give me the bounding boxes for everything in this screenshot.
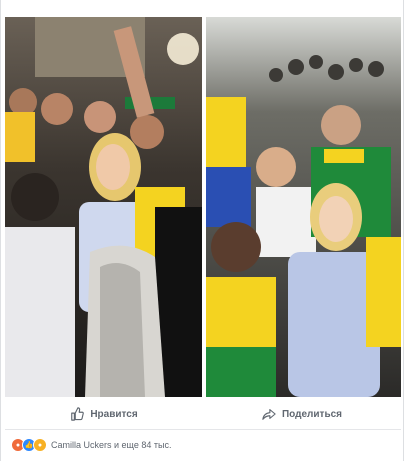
reaction-count-text: Camilla Uckers и еще 84 тыс. <box>51 440 172 450</box>
crowd-scene-right <box>206 17 401 397</box>
reaction-icons: ● 👍 ● <box>11 438 47 452</box>
reactions-summary[interactable]: ● 👍 ● Camilla Uckers и еще 84 тыс. <box>11 437 171 453</box>
thumbs-up-icon <box>70 407 85 421</box>
crowd-scene-left <box>5 17 202 397</box>
share-button[interactable]: Поделиться <box>203 399 401 429</box>
video-frame-right <box>206 17 401 397</box>
facebook-post-card: Нравится Поделиться ● 👍 ● Camilla Uckers… <box>0 0 404 461</box>
video-player[interactable] <box>5 17 401 397</box>
post-action-bar: Нравится Поделиться <box>5 399 401 430</box>
video-frame-left <box>5 17 202 397</box>
sad-reaction-icon: ● <box>33 438 47 452</box>
share-label: Поделиться <box>281 408 342 420</box>
share-arrow-icon <box>262 407 276 421</box>
like-button[interactable]: Нравится <box>5 399 203 429</box>
like-label: Нравится <box>90 408 138 420</box>
